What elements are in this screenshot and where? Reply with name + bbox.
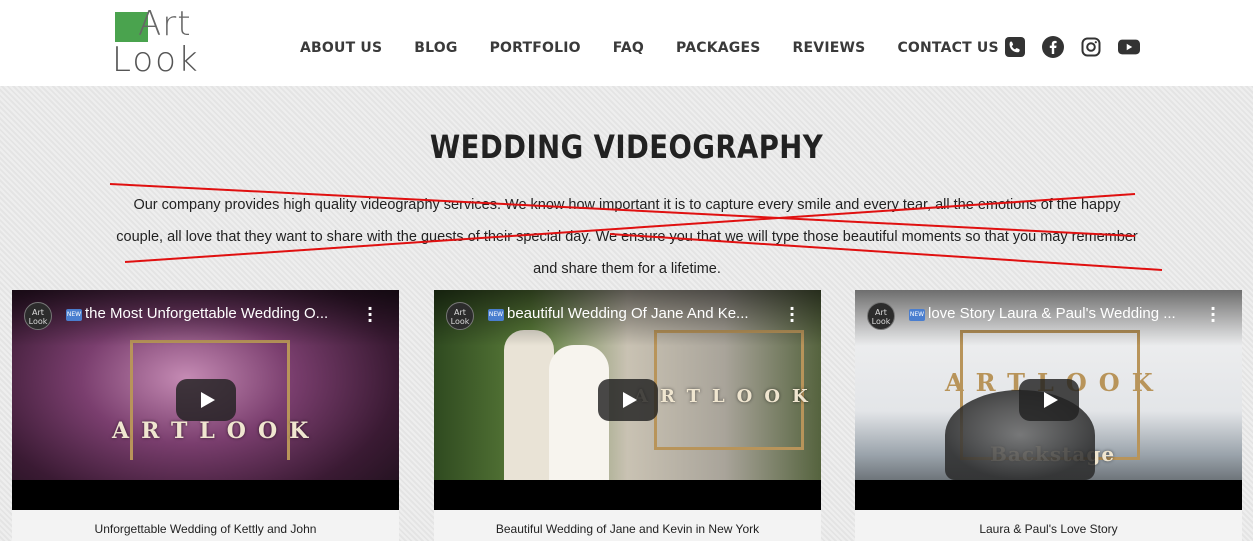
nav-portfolio[interactable]: PORTFOLIO [490,40,581,56]
phone-icon[interactable] [1004,36,1026,58]
channel-avatar-3[interactable]: Art Look [867,302,895,330]
nav-blog[interactable]: BLOG [414,40,457,56]
section-description: Our company provides high quality videog… [116,197,1138,277]
new-badge-2: NEW [488,309,504,321]
site-logo[interactable]: Art Look [110,4,200,80]
video-title-1[interactable]: the Most Unforgettable Wedding O... [85,305,355,322]
video-more-icon-1[interactable]: · · · [367,301,373,329]
video-title-3[interactable]: love Story Laura & Paul's Wedding ... [928,305,1198,322]
youtube-icon[interactable] [1118,36,1140,58]
logo-line-1: Art [138,4,192,44]
video-player-3[interactable]: ARTLOOK Backstage Art Look NEW love Stor… [855,290,1242,510]
play-button-3[interactable] [1018,379,1079,421]
nav-contact-us[interactable]: CONTACT US [897,40,998,56]
facebook-icon[interactable] [1042,36,1064,58]
video-overlay-2: ARTLOOK [634,386,820,407]
new-badge-3: NEW [909,309,925,321]
nav-reviews[interactable]: REVIEWS [793,40,866,56]
videography-section: WEDDING VIDEOGRAPHY Our company provides… [0,86,1253,541]
video-player-2[interactable]: ARTLOOK Art Look NEW beautiful Wedding O… [434,290,821,510]
video-caption-3: Laura & Paul's Love Story [855,510,1242,541]
nav-packages[interactable]: PACKAGES [676,40,761,56]
video-more-icon-2[interactable]: · · · [789,301,795,329]
logo-line-2: Look [112,40,200,80]
groom-figure [504,330,554,480]
new-badge-1: NEW [66,309,82,321]
play-button-2[interactable] [597,379,658,421]
video-title-2[interactable]: beautiful Wedding Of Jane And Ke... [507,305,777,322]
video-caption-1: Unforgettable Wedding of Kettly and John [12,510,399,541]
nav-faq[interactable]: FAQ [613,40,644,56]
main-nav: ABOUT US BLOG PORTFOLIO FAQ PACKAGES REV… [300,40,1031,56]
channel-avatar-1[interactable]: Art Look [24,302,52,330]
video-player-1[interactable]: ARTLOOK Art Look NEW the Most Unforgetta… [12,290,399,510]
section-title: WEDDING VIDEOGRAPHY [429,128,824,166]
video-overlay-1: ARTLOOK [112,418,321,444]
channel-avatar-2[interactable]: Art Look [446,302,474,330]
video-more-icon-3[interactable]: · · · [1210,301,1216,329]
video-caption-2: Beautiful Wedding of Jane and Kevin in N… [434,510,821,541]
social-links [1004,36,1140,58]
instagram-icon[interactable] [1080,36,1102,58]
nav-about-us[interactable]: ABOUT US [300,40,382,56]
play-button-1[interactable] [175,379,236,421]
site-header: Art Look ABOUT US BLOG PORTFOLIO FAQ PAC… [0,0,1253,86]
